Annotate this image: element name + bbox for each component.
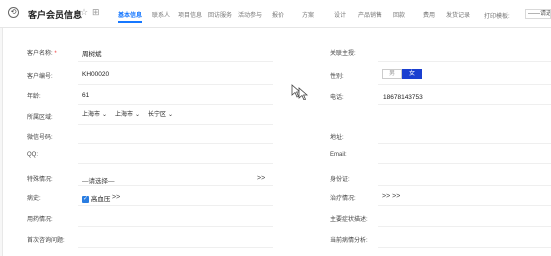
grid-icon[interactable]: ⊞ — [92, 7, 100, 18]
divider — [378, 205, 551, 206]
tab-shipping[interactable]: 发货记录 — [446, 10, 470, 19]
gender-toggle: 男 女 — [382, 69, 422, 79]
divider — [78, 61, 273, 62]
customer-name-label: 客户名称: * — [27, 51, 57, 57]
chevron-down-icon: ⌄ — [135, 112, 141, 118]
wechat-label: 微信号码: — [27, 135, 53, 141]
chevron-down-icon: ⌄ — [102, 112, 108, 118]
symptom-label: 主要症状描述: — [330, 217, 368, 223]
age-value[interactable]: 61 — [82, 92, 89, 99]
divider — [378, 84, 551, 85]
divider — [78, 104, 273, 105]
disease-history-label: 病史: — [27, 196, 41, 202]
top-bar: ⟲ 客户会员信息 ☆ ⊞ 基本信息 联系人 项目信息 回访服务 活动参与 报价 … — [0, 0, 551, 28]
region-label: 所属区域: — [27, 115, 53, 121]
tab-expense[interactable]: 费用 — [423, 10, 435, 19]
email-input[interactable] — [378, 163, 551, 164]
special-case-label: 特殊情况: — [27, 177, 53, 183]
tab-design[interactable]: 设计 — [334, 10, 346, 19]
print-template-select[interactable]: ——请选择 — [525, 9, 551, 19]
age-label: 年龄: — [27, 94, 41, 100]
page-title: 客户会员信息 — [28, 10, 83, 20]
disease-history-value[interactable]: ✓ 高血压 — [82, 193, 110, 203]
gender-label: 性别: — [330, 74, 344, 80]
disease-history-arrow[interactable]: >> — [112, 194, 120, 201]
province-select[interactable]: 上海市 ⌄ — [82, 110, 107, 120]
special-case-select[interactable]: —请选择— — [82, 175, 115, 185]
treatment-arrow[interactable]: >> >> — [382, 193, 400, 200]
id-card-label: 身份证: — [330, 177, 350, 183]
customer-id-value[interactable]: KH00020 — [82, 71, 109, 78]
address-input[interactable] — [378, 143, 551, 144]
cursor-icon — [291, 84, 309, 100]
tab-projects[interactable]: 项目信息 — [178, 10, 202, 19]
checkbox-checked-icon[interactable]: ✓ — [82, 195, 89, 203]
id-card-input[interactable] — [378, 185, 551, 186]
back-icon[interactable]: ⟲ — [8, 7, 19, 18]
related-input[interactable] — [378, 61, 551, 62]
customer-id-label: 客户编号: — [27, 74, 53, 80]
divider — [78, 124, 273, 125]
tab-contacts[interactable]: 联系人 — [152, 10, 170, 19]
print-template-label: 打印模板: — [484, 14, 510, 20]
left-edge-strip — [0, 0, 3, 256]
customer-name-value[interactable]: 周树斌 — [82, 48, 102, 58]
divider — [378, 104, 551, 105]
phone-value[interactable]: 18678143753 — [383, 94, 423, 101]
tab-plan[interactable]: 方案 — [302, 10, 314, 19]
condition-input[interactable] — [378, 247, 551, 248]
condition-label: 当前病情分析: — [330, 238, 368, 244]
tab-quote[interactable]: 报价 — [272, 10, 284, 19]
special-case-arrow[interactable]: >> — [257, 175, 265, 182]
divider — [78, 205, 273, 206]
star-icon[interactable]: ☆ — [80, 7, 88, 18]
symptom-input[interactable] — [378, 226, 551, 227]
chevron-down-icon: ⌄ — [168, 112, 174, 118]
wechat-input[interactable] — [78, 143, 273, 144]
divider — [78, 84, 273, 85]
related-label: 关联主授: — [330, 51, 356, 57]
tab-activity[interactable]: 活动参与 — [238, 10, 262, 19]
gender-female-button[interactable]: 女 — [402, 69, 422, 79]
divider — [78, 185, 273, 186]
tab-payment[interactable]: 回款 — [393, 10, 405, 19]
phone-label: 电话: — [330, 95, 344, 101]
qq-input[interactable] — [78, 163, 273, 164]
treatment-label: 治疗情况: — [330, 196, 356, 202]
district-select[interactable]: 长宁区 ⌄ — [148, 110, 173, 120]
gender-male-button[interactable]: 男 — [382, 69, 402, 79]
tab-product-sales[interactable]: 产品销售 — [358, 10, 382, 19]
medication-input[interactable] — [78, 226, 273, 227]
tab-basic-info[interactable]: 基本信息 — [118, 10, 143, 23]
email-label: Email: — [330, 152, 347, 158]
first-consult-label: 首次咨询问题: — [27, 238, 65, 244]
city-select[interactable]: 上海市 ⌄ — [115, 110, 140, 120]
address-label: 地址: — [330, 135, 344, 141]
first-consult-input[interactable] — [78, 247, 273, 248]
qq-label: QQ: — [27, 152, 39, 158]
tab-followup-service[interactable]: 回访服务 — [208, 10, 232, 19]
medication-label: 用药情况: — [27, 217, 53, 223]
